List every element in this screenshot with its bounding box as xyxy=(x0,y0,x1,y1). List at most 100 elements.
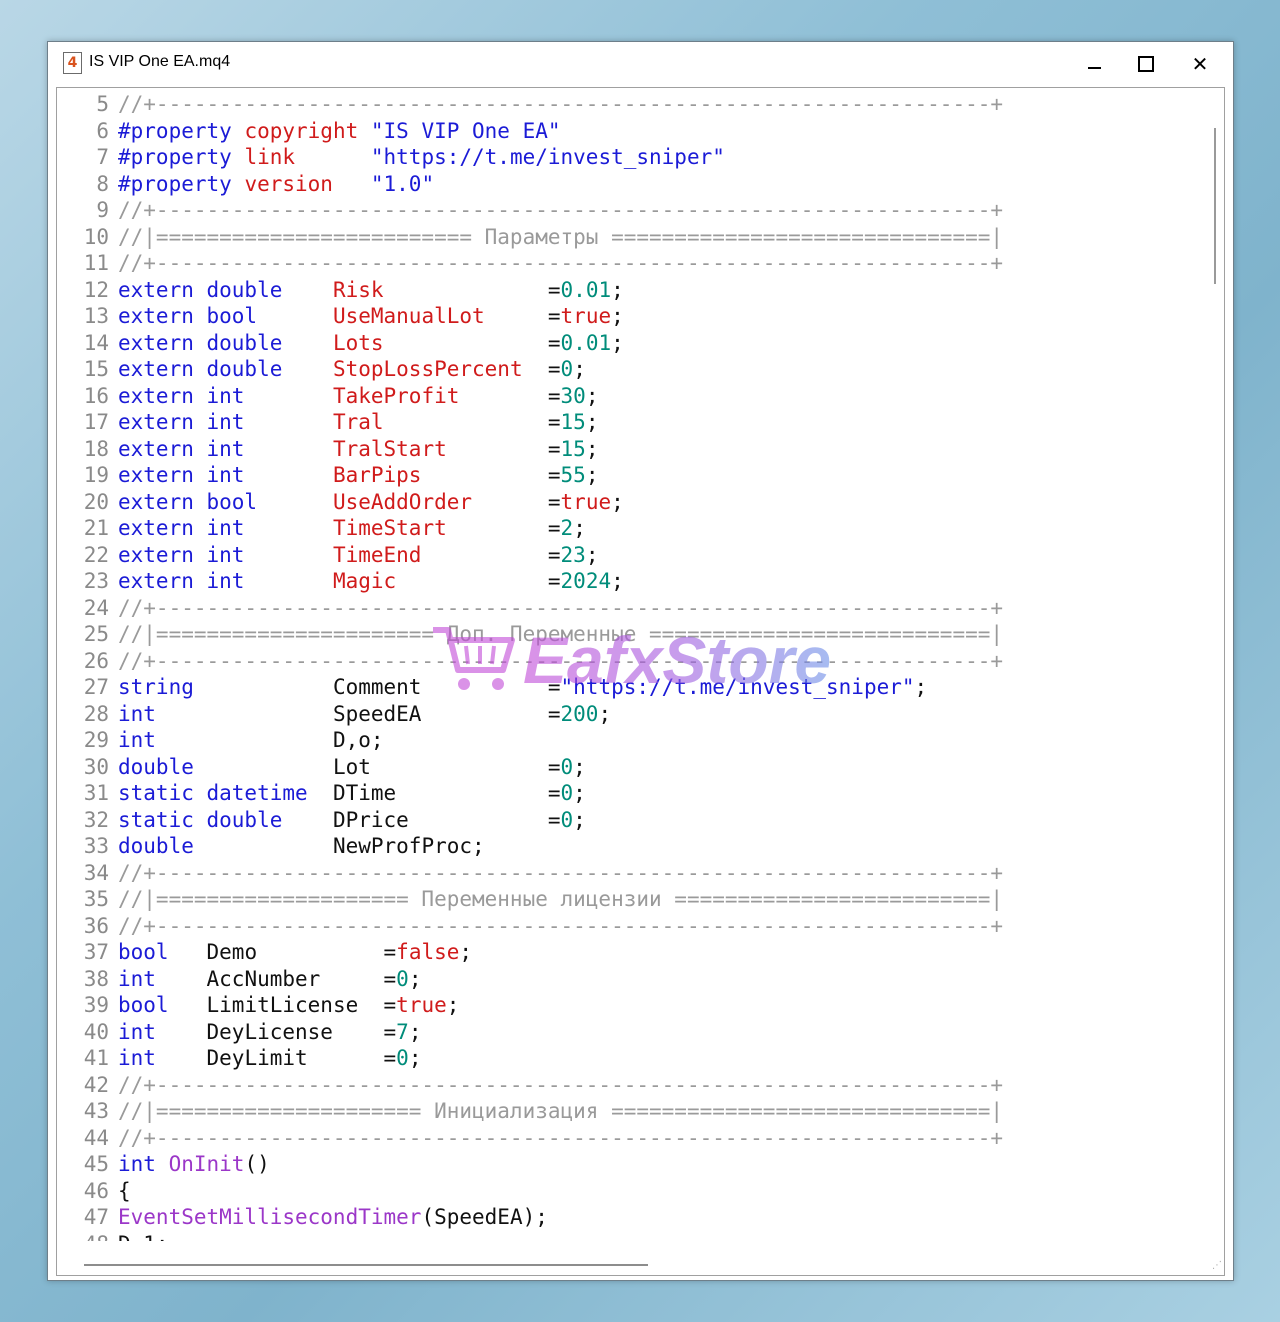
code-line[interactable]: 30 double Lot =0; xyxy=(57,754,1207,781)
code-line[interactable]: 13 extern bool UseManualLot =true; xyxy=(57,303,1207,330)
line-text[interactable]: double NewProfProc; xyxy=(118,833,485,860)
line-text[interactable]: //|===================== Инициализация =… xyxy=(118,1098,1003,1125)
code-line[interactable]: 26 //+-----------------------------------… xyxy=(57,648,1207,675)
code-line[interactable]: 47 EventSetMillisecondTimer(SpeedEA); xyxy=(57,1204,1207,1231)
code-line[interactable]: 18 extern int TralStart =15; xyxy=(57,436,1207,463)
code-line[interactable]: 21 extern int TimeStart =2; xyxy=(57,515,1207,542)
code-line[interactable]: 8 #property version "1.0" xyxy=(57,171,1207,198)
line-text[interactable]: //+-------------------------------------… xyxy=(118,648,1003,675)
line-text[interactable]: string Comment ="https://t.me/invest_sni… xyxy=(118,674,927,701)
line-text[interactable]: bool Demo =false; xyxy=(118,939,472,966)
code-line[interactable]: 33 double NewProfProc; xyxy=(57,833,1207,860)
code-line[interactable]: 28 int SpeedEA =200; xyxy=(57,701,1207,728)
resize-grip-icon[interactable]: ⋰ xyxy=(1208,1259,1222,1273)
line-text[interactable]: extern int Tral =15; xyxy=(118,409,598,436)
code-line[interactable]: 17 extern int Tral =15; xyxy=(57,409,1207,436)
line-text[interactable]: int DeyLimit =0; xyxy=(118,1045,421,1072)
line-text[interactable]: //+-------------------------------------… xyxy=(118,1072,1003,1099)
line-text[interactable]: //+-------------------------------------… xyxy=(118,91,1003,118)
line-text[interactable]: double Lot =0; xyxy=(118,754,586,781)
line-text[interactable]: extern bool UseManualLot =true; xyxy=(118,303,624,330)
code-line[interactable]: 9 //+------------------------------------… xyxy=(57,197,1207,224)
line-text[interactable]: #property copyright "IS VIP One EA" xyxy=(118,118,561,145)
code-line[interactable]: 20 extern bool UseAddOrder =true; xyxy=(57,489,1207,516)
horizontal-scrollbar[interactable] xyxy=(57,1255,1207,1275)
code-line[interactable]: 14 extern double Lots =0.01; xyxy=(57,330,1207,357)
code-area[interactable]: 5 //+------------------------------------… xyxy=(57,91,1207,1241)
code-line[interactable]: 35 //|==================== Переменные лиц… xyxy=(57,886,1207,913)
code-token-plain: ; xyxy=(408,966,422,991)
line-text[interactable]: { xyxy=(118,1178,131,1205)
code-line[interactable]: 44 //+-----------------------------------… xyxy=(57,1125,1207,1152)
line-text[interactable]: extern int TralStart =15; xyxy=(118,436,598,463)
close-button[interactable]: ✕ xyxy=(1177,46,1223,82)
line-text[interactable]: int DeyLicense =7; xyxy=(118,1019,421,1046)
code-line[interactable]: 31 static datetime DTime =0; xyxy=(57,780,1207,807)
code-line[interactable]: 10 //|========================= Параметры… xyxy=(57,224,1207,251)
line-text[interactable]: D=1; xyxy=(118,1231,169,1242)
line-text[interactable]: extern double Lots =0.01; xyxy=(118,330,624,357)
line-text[interactable]: //+-------------------------------------… xyxy=(118,1125,1003,1152)
vertical-scrollbar[interactable] xyxy=(1214,128,1216,284)
code-line[interactable]: 19 extern int BarPips =55; xyxy=(57,462,1207,489)
line-text[interactable]: //|========================= Параметры =… xyxy=(118,224,1003,251)
code-line[interactable]: 15 extern double StopLossPercent =0; xyxy=(57,356,1207,383)
code-line[interactable]: 27 string Comment ="https://t.me/invest_s… xyxy=(57,674,1207,701)
line-text[interactable]: //+-------------------------------------… xyxy=(118,913,1003,940)
minimize-button[interactable] xyxy=(1071,46,1117,82)
line-text[interactable]: //+-------------------------------------… xyxy=(118,860,1003,887)
line-text[interactable]: //+-------------------------------------… xyxy=(118,197,1003,224)
code-line[interactable]: 32 static double DPrice =0; xyxy=(57,807,1207,834)
line-text[interactable]: int OnInit() xyxy=(118,1151,270,1178)
code-line[interactable]: 7 #property link "https://t.me/invest_sni… xyxy=(57,144,1207,171)
line-text[interactable]: int D,o; xyxy=(118,727,384,754)
line-text[interactable]: extern int BarPips =55; xyxy=(118,462,598,489)
line-text[interactable]: extern int TimeEnd =23; xyxy=(118,542,598,569)
code-line[interactable]: 12 extern double Risk =0.01; xyxy=(57,277,1207,304)
code-line[interactable]: 29 int D,o; xyxy=(57,727,1207,754)
code-line[interactable]: 22 extern int TimeEnd =23; xyxy=(57,542,1207,569)
code-line[interactable]: 24 //+-----------------------------------… xyxy=(57,595,1207,622)
line-text[interactable]: extern double Risk =0.01; xyxy=(118,277,624,304)
line-text[interactable]: //+-------------------------------------… xyxy=(118,250,1003,277)
line-text[interactable]: extern bool UseAddOrder =true; xyxy=(118,489,624,516)
line-text[interactable]: //+-------------------------------------… xyxy=(118,595,1003,622)
line-text[interactable]: //|====================== Доп. Переменны… xyxy=(118,621,1003,648)
code-editor[interactable]: 5 //+------------------------------------… xyxy=(56,87,1225,1276)
code-line[interactable]: 39 bool LimitLicense =true; xyxy=(57,992,1207,1019)
line-text[interactable]: extern int Magic =2024; xyxy=(118,568,624,595)
code-line[interactable]: 41 int DeyLimit =0; xyxy=(57,1045,1207,1072)
code-line[interactable]: 5 //+------------------------------------… xyxy=(57,91,1207,118)
line-text[interactable]: #property version "1.0" xyxy=(118,171,434,198)
code-line[interactable]: 40 int DeyLicense =7; xyxy=(57,1019,1207,1046)
code-line[interactable]: 23 extern int Magic =2024; xyxy=(57,568,1207,595)
code-line[interactable]: 34 //+-----------------------------------… xyxy=(57,860,1207,887)
code-line[interactable]: 11 //+-----------------------------------… xyxy=(57,250,1207,277)
line-text[interactable]: EventSetMillisecondTimer(SpeedEA); xyxy=(118,1204,548,1231)
line-text[interactable]: int SpeedEA =200; xyxy=(118,701,611,728)
code-line[interactable]: 38 int AccNumber =0; xyxy=(57,966,1207,993)
code-line[interactable]: 37 bool Demo =false; xyxy=(57,939,1207,966)
line-text[interactable]: //|==================== Переменные лицен… xyxy=(118,886,1003,913)
line-text[interactable]: #property link "https://t.me/invest_snip… xyxy=(118,144,725,171)
code-line[interactable]: 16 extern int TakeProfit =30; xyxy=(57,383,1207,410)
title-bar[interactable]: 4 IS VIP One EA.mq4 ✕ xyxy=(48,42,1233,86)
line-text[interactable]: static double DPrice =0; xyxy=(118,807,586,834)
code-line[interactable]: 43 //|===================== Инициализация… xyxy=(57,1098,1207,1125)
code-line[interactable]: 6 #property copyright "IS VIP One EA" xyxy=(57,118,1207,145)
code-line[interactable]: 36 //+-----------------------------------… xyxy=(57,913,1207,940)
code-line[interactable]: 48 D=1; xyxy=(57,1231,1207,1242)
maximize-button[interactable] xyxy=(1123,46,1169,82)
line-text[interactable]: int AccNumber =0; xyxy=(118,966,421,993)
code-line[interactable]: 46 { xyxy=(57,1178,1207,1205)
line-text[interactable]: extern int TakeProfit =30; xyxy=(118,383,598,410)
line-text[interactable]: extern int TimeStart =2; xyxy=(118,515,586,542)
horizontal-scroll-thumb[interactable] xyxy=(84,1264,648,1266)
code-token-plain: ; xyxy=(573,516,586,540)
code-line[interactable]: 25 //|====================== Доп. Перемен… xyxy=(57,621,1207,648)
line-text[interactable]: extern double StopLossPercent =0; xyxy=(118,356,586,383)
line-text[interactable]: bool LimitLicense =true; xyxy=(118,992,459,1019)
code-line[interactable]: 42 //+-----------------------------------… xyxy=(57,1072,1207,1099)
code-line[interactable]: 45 int OnInit() xyxy=(57,1151,1207,1178)
line-text[interactable]: static datetime DTime =0; xyxy=(118,780,586,807)
